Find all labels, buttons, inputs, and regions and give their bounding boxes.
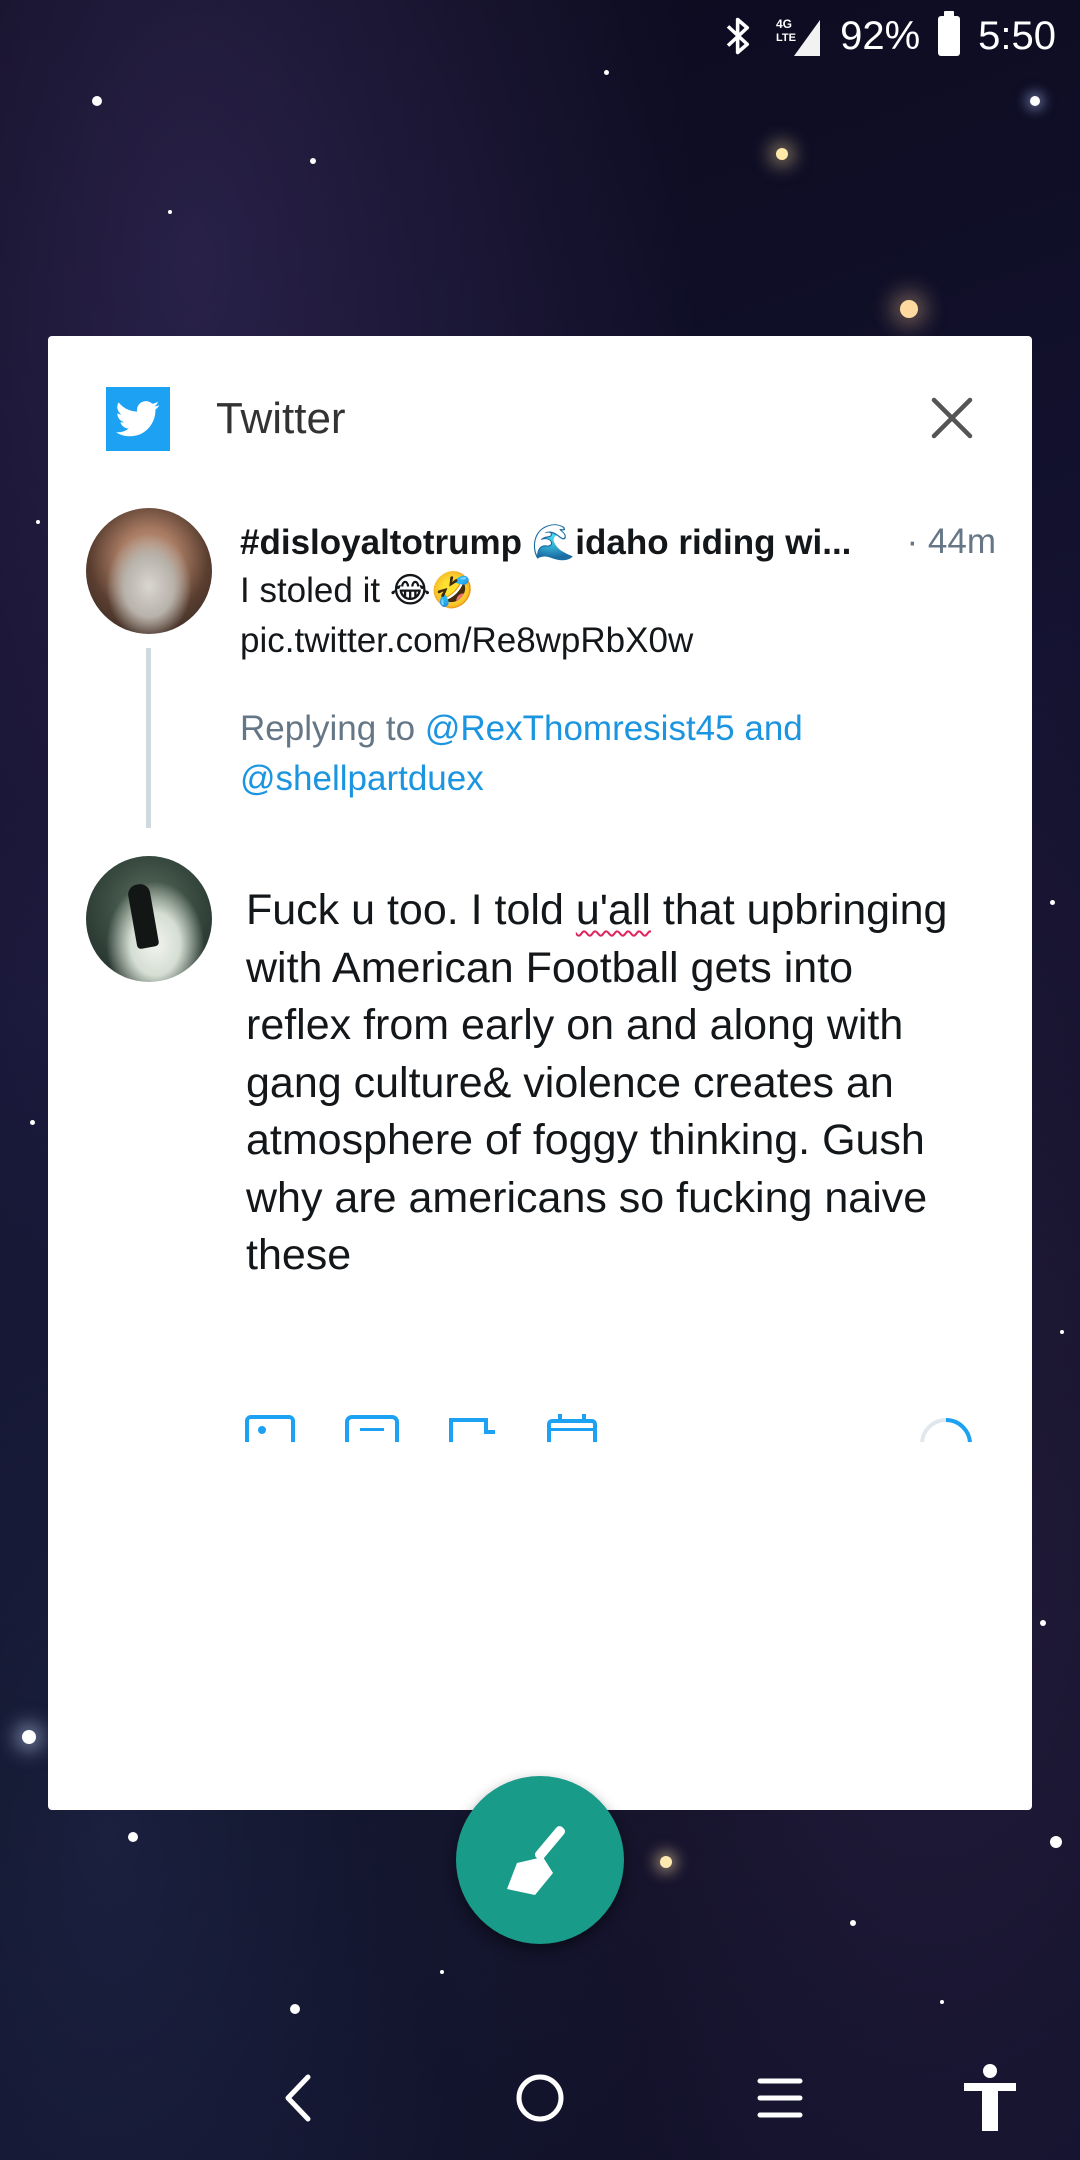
quick-reply-card: Twitter #disloyaltotrump 🌊idaho riding w… [48, 336, 1032, 1810]
home-icon [516, 2074, 564, 2122]
image-icon [245, 1415, 295, 1442]
gif-icon [345, 1415, 399, 1442]
accessibility-icon [964, 2064, 1016, 2131]
reply-text-segment: that upbringing with American Football g… [246, 886, 960, 1279]
status-bar: 4G LTE 92% 5:50 [0, 0, 1080, 72]
add-poll-button[interactable] [446, 1414, 498, 1442]
character-count-ring [916, 1414, 976, 1442]
clear-all-button[interactable] [456, 1776, 624, 1944]
card-header: Twitter [48, 336, 1032, 504]
mention-joiner: and [734, 709, 803, 748]
back-button[interactable] [258, 2058, 338, 2138]
svg-text:LTE: LTE [776, 32, 796, 44]
add-gif-button[interactable] [344, 1414, 400, 1442]
original-tweet-time: · 44m [906, 522, 996, 561]
thread-connector-line [146, 648, 151, 828]
bluetooth-icon [722, 14, 756, 58]
original-author-avatar[interactable] [86, 508, 212, 634]
app-title: Twitter [216, 394, 346, 443]
original-tweet-link[interactable]: pic.twitter.com/Re8wpRbX0w [240, 616, 980, 666]
add-image-button[interactable] [244, 1414, 296, 1442]
close-icon [931, 397, 973, 439]
poll-icon [449, 1418, 495, 1442]
original-tweet-text: I stoled it 😂🤣 [240, 571, 475, 610]
schedule-button[interactable] [546, 1414, 598, 1442]
mention-link[interactable]: @shellpartduex [240, 759, 484, 798]
clock-time: 5:50 [978, 13, 1056, 58]
my-avatar [86, 856, 212, 982]
close-button[interactable] [928, 394, 976, 442]
original-tweet-header: #disloyaltotrump 🌊idaho riding wi... · 4… [240, 512, 996, 572]
system-navigation-bar [0, 2028, 1080, 2160]
svg-text:4G: 4G [776, 17, 792, 31]
home-button[interactable] [500, 2058, 580, 2138]
reply-text-input[interactable]: Fuck u too. I told u'all that upbringing… [246, 882, 966, 1285]
replying-to-label: Replying to [240, 709, 425, 748]
mention-link[interactable]: @RexThomresist45 [425, 709, 735, 748]
original-author-name[interactable]: #disloyaltotrump 🌊idaho riding wi... [240, 522, 851, 563]
battery-icon [938, 11, 961, 56]
recents-button[interactable] [740, 2058, 820, 2138]
back-icon [285, 2074, 311, 2122]
original-tweet-body: I stoled it 😂🤣 pic.twitter.com/Re8wpRbX0… [240, 566, 980, 666]
schedule-icon [547, 1414, 597, 1442]
recents-icon [757, 2078, 803, 2118]
battery-percent: 92% [840, 13, 921, 58]
signal-lte-icon: 4G LTE [774, 14, 822, 58]
composer-toolbar [48, 1414, 1032, 1454]
misspelled-word: u'all [575, 886, 651, 934]
accessibility-button[interactable] [950, 2058, 1030, 2138]
replying-to-line: Replying to @RexThomresist45 and @shellpa… [240, 704, 940, 804]
twitter-bird-icon [106, 387, 170, 451]
broom-clear-icon [507, 1826, 566, 1895]
progress-ring-icon [920, 1418, 972, 1442]
reply-text-segment: Fuck u too. I told [246, 886, 576, 934]
